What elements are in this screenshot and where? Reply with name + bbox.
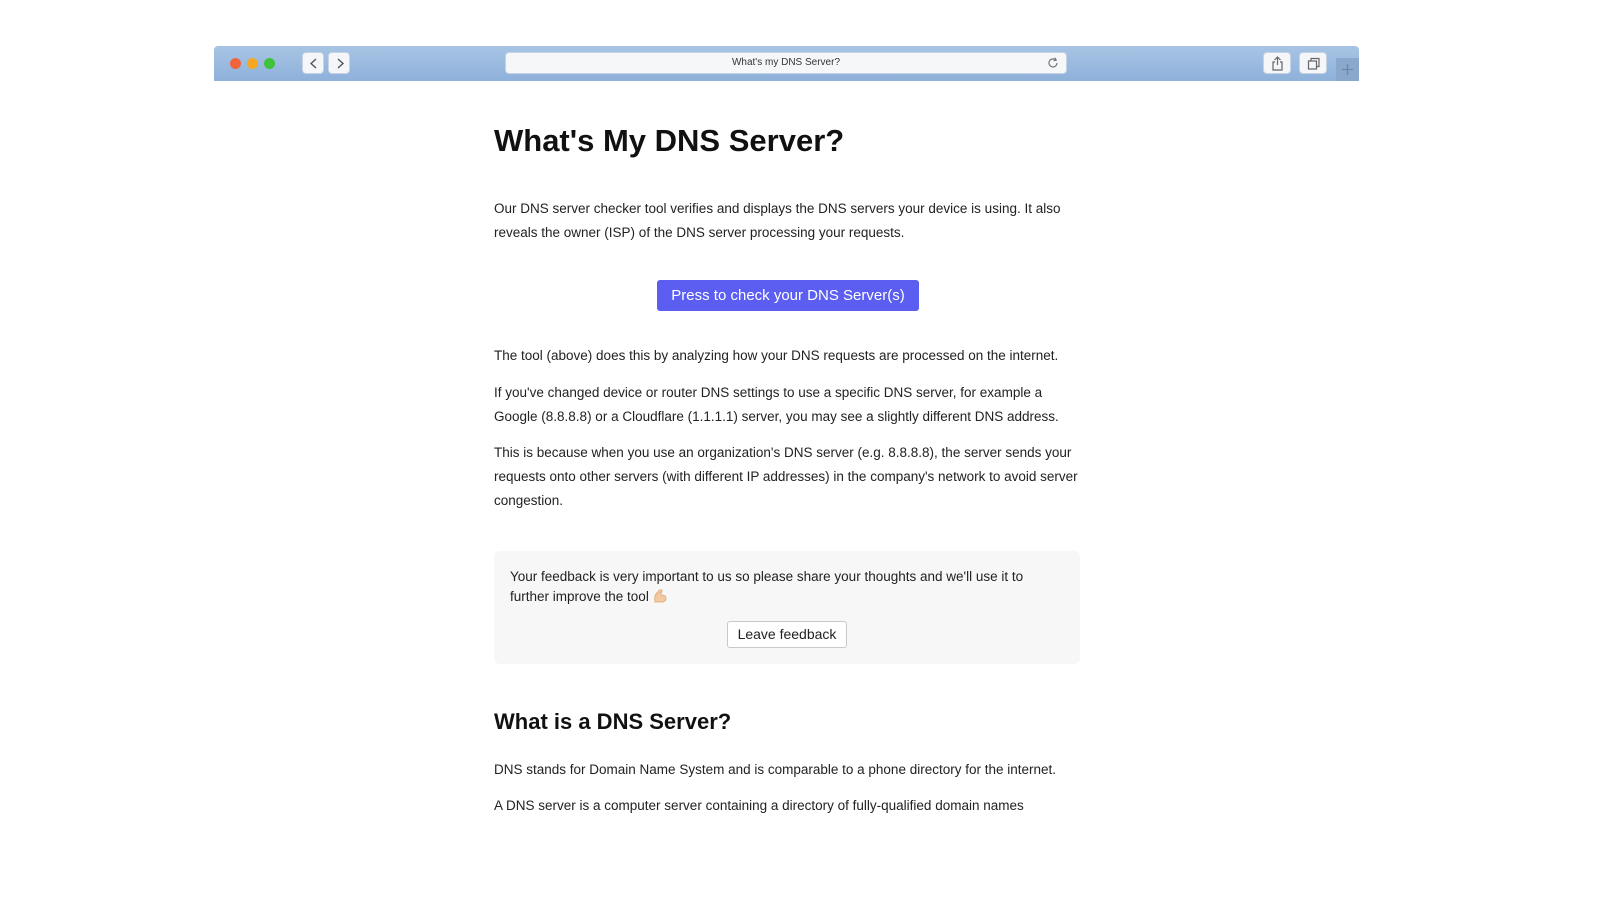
tool-explanation-paragraph: The tool (above) does this by analyzing …	[494, 348, 1059, 363]
tabs-icon	[1307, 57, 1320, 70]
changed-settings-paragraph: If you've changed device or router DNS s…	[494, 385, 1059, 424]
check-dns-button[interactable]: Press to check your DNS Server(s)	[657, 280, 919, 311]
leave-feedback-button[interactable]: Leave feedback	[727, 621, 847, 648]
show-tabs-button[interactable]	[1299, 52, 1327, 74]
feedback-message: Your feedback is very important to us so…	[510, 567, 1060, 607]
browser-toolbar: What's my DNS Server?	[214, 46, 1359, 81]
intro-paragraph: Our DNS server checker tool verifies and…	[494, 201, 1061, 240]
dns-definition-paragraph: DNS stands for Domain Name System and is…	[494, 762, 1057, 777]
page-title: What's My DNS Server?	[494, 123, 845, 158]
browser-window: What's my DNS Server? What's My DNS Serv…	[214, 46, 1359, 814]
share-icon	[1272, 56, 1283, 71]
chevron-right-icon	[337, 58, 345, 69]
feedback-text: Your feedback is very important to us so…	[510, 569, 1024, 604]
congestion-paragraph: This is because when you use an organiza…	[494, 445, 1078, 508]
flexed-biceps-icon	[654, 589, 667, 603]
back-button[interactable]	[302, 52, 324, 74]
plus-icon	[1342, 64, 1353, 75]
feedback-box: Your feedback is very important to us so…	[494, 551, 1080, 664]
chevron-left-icon	[309, 58, 317, 69]
address-bar[interactable]: What's my DNS Server?	[505, 52, 1067, 74]
section-heading: What is a DNS Server?	[494, 709, 732, 734]
address-text: What's my DNS Server?	[731, 57, 841, 68]
dns-server-paragraph: A DNS server is a computer server contai…	[494, 798, 1024, 813]
forward-button[interactable]	[328, 52, 350, 74]
share-button[interactable]	[1263, 52, 1291, 74]
new-tab-button[interactable]	[1336, 58, 1359, 81]
reload-icon[interactable]	[1047, 57, 1059, 69]
maximize-window-button[interactable]	[264, 58, 275, 69]
close-window-button[interactable]	[230, 58, 241, 69]
minimize-window-button[interactable]	[247, 58, 258, 69]
